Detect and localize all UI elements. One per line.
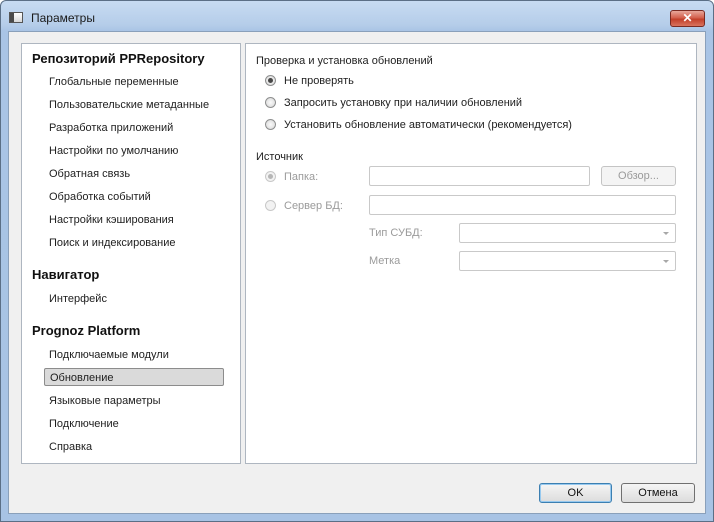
source-group-title: Источник xyxy=(256,151,303,163)
cancel-button[interactable]: Отмена xyxy=(621,483,695,503)
updates-settings-panel: Проверка и установка обновлений Не прове… xyxy=(245,43,697,464)
nav-section-navigator: Навигатор xyxy=(32,267,100,282)
browse-button[interactable]: Обзор... xyxy=(601,166,676,186)
nav-item-default-settings[interactable]: Настройки по умолчанию xyxy=(49,142,178,160)
chevron-down-icon xyxy=(663,260,669,263)
tag-select[interactable] xyxy=(459,251,676,271)
nav-item-interface[interactable]: Интерфейс xyxy=(49,290,107,308)
nav-item-plugins[interactable]: Подключаемые модули xyxy=(49,346,169,364)
radio-no-check-label: Не проверять xyxy=(284,75,354,87)
settings-dialog: Параметры ✕ Репозиторий PPRepository Гло… xyxy=(0,0,714,522)
nav-item-search-indexing[interactable]: Поиск и индексирование xyxy=(49,234,175,252)
radio-ask-install-label: Запросить установку при наличии обновлен… xyxy=(284,97,523,109)
nav-item-cache-settings[interactable]: Настройки кэширования xyxy=(49,211,174,229)
ok-button[interactable]: OK xyxy=(539,483,612,503)
radio-ask-install-indicator[interactable] xyxy=(265,97,276,108)
folder-path-input[interactable] xyxy=(369,166,590,186)
radio-source-folder-label: Папка: xyxy=(284,171,319,183)
nav-section-prognoz-platform: Prognoz Platform xyxy=(32,323,141,338)
radio-auto-install-indicator[interactable] xyxy=(265,119,276,130)
app-window-icon xyxy=(9,12,23,23)
nav-item-feedback[interactable]: Обратная связь xyxy=(49,165,130,183)
close-button[interactable]: ✕ xyxy=(670,10,705,27)
radio-source-db-server-label: Сервер БД: xyxy=(284,200,343,212)
dialog-body: Репозиторий PPRepository Глобальные пере… xyxy=(8,31,706,514)
radio-no-check-indicator[interactable] xyxy=(265,75,276,86)
settings-nav-panel: Репозиторий PPRepository Глобальные пере… xyxy=(21,43,241,464)
nav-item-event-handling[interactable]: Обработка событий xyxy=(49,188,151,206)
db-server-input[interactable] xyxy=(369,195,676,215)
title-bar: Параметры ✕ xyxy=(1,1,713,31)
updates-group-title: Проверка и установка обновлений xyxy=(256,55,433,67)
nav-section-ppreporitory: Репозиторий PPRepository xyxy=(32,51,205,66)
nav-item-user-metadata[interactable]: Пользовательские метаданные xyxy=(49,96,209,114)
nav-item-language[interactable]: Языковые параметры xyxy=(49,392,161,410)
nav-item-help[interactable]: Справка xyxy=(49,438,92,456)
nav-item-connection[interactable]: Подключение xyxy=(49,415,119,433)
radio-source-folder-indicator[interactable] xyxy=(265,171,276,182)
window-title: Параметры xyxy=(31,11,95,25)
chevron-down-icon xyxy=(663,232,669,235)
nav-item-global-variables[interactable]: Глобальные переменные xyxy=(49,73,179,91)
tag-label: Метка xyxy=(369,255,401,267)
radio-auto-install-label: Установить обновление автоматически (рек… xyxy=(284,119,572,131)
nav-item-app-development[interactable]: Разработка приложений xyxy=(49,119,173,137)
dbms-type-select[interactable] xyxy=(459,223,676,243)
nav-item-updates[interactable]: Обновление xyxy=(44,368,224,386)
dbms-type-label: Тип СУБД: xyxy=(369,227,423,239)
radio-source-db-server-indicator[interactable] xyxy=(265,200,276,211)
